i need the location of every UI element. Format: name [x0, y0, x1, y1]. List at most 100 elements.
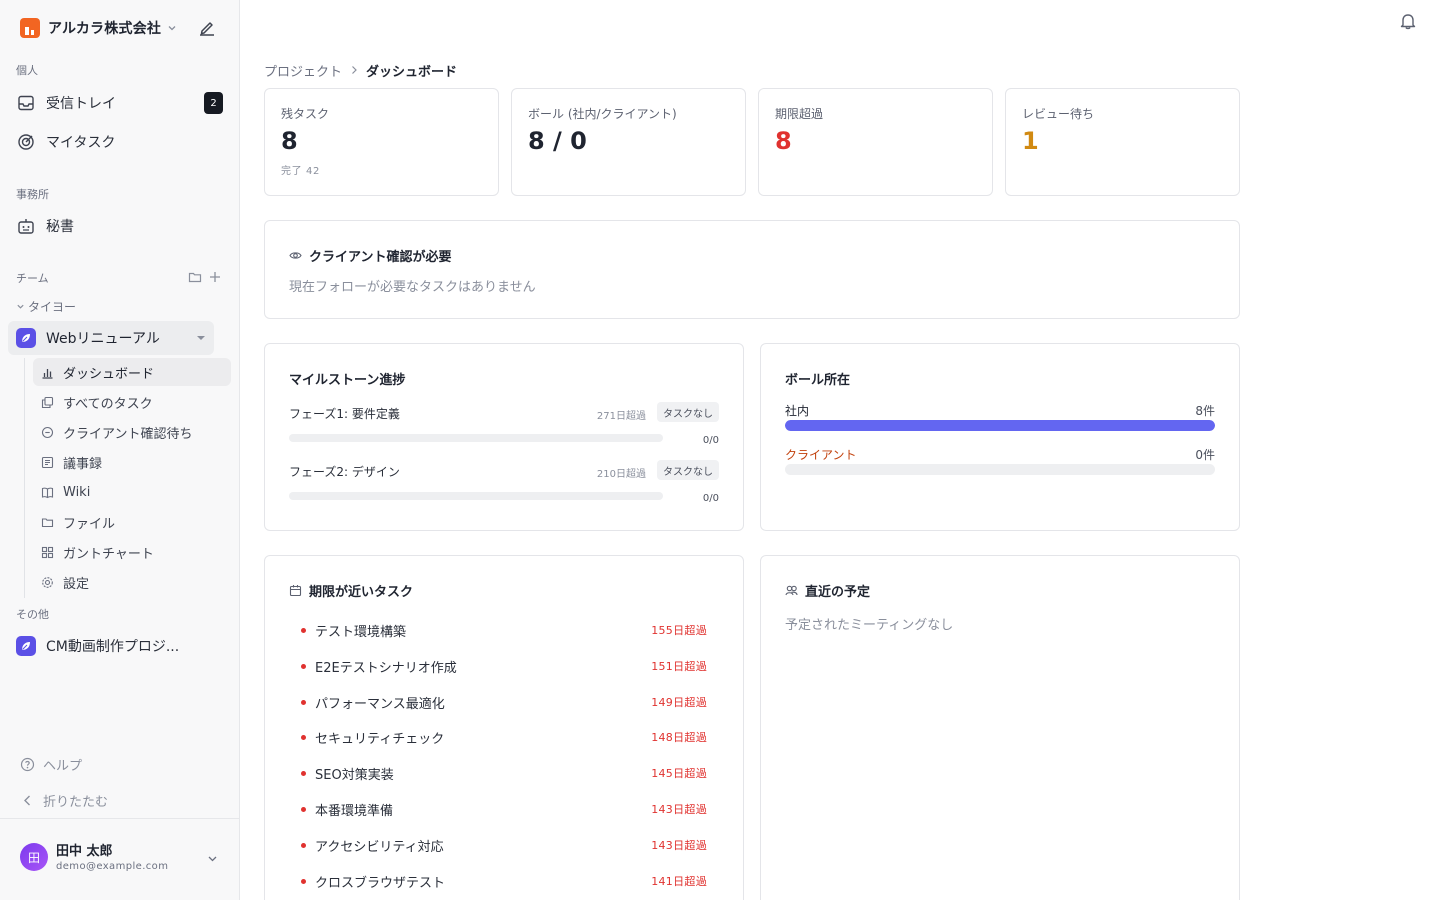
- task-row[interactable]: E2Eテストシナリオ作成 151日超過: [301, 656, 707, 676]
- milestone-count: 0/0: [702, 493, 719, 504]
- sidebar-item-label: 受信トレイ: [46, 96, 116, 112]
- leaf-icon: [22, 334, 30, 342]
- stat-value: 1: [1022, 127, 1039, 155]
- task-row[interactable]: セキュリティチェック 148日超過: [301, 727, 707, 747]
- milestone-name: フェーズ2: デザイン: [289, 465, 400, 479]
- task-overdue: 143日超過: [651, 803, 707, 816]
- task-row[interactable]: SEO対策実装 145日超過: [301, 763, 707, 783]
- subnav-label: クライアント確認待ち: [63, 426, 193, 442]
- section-label-office: 事務所: [16, 188, 49, 201]
- task-overdue: 151日超過: [651, 660, 707, 673]
- subnav-settings[interactable]: 設定: [33, 568, 231, 596]
- chevron-left-icon: [24, 795, 30, 806]
- task-title: アクセシビリティ対応: [315, 839, 444, 855]
- subnav-minutes[interactable]: 議事録: [33, 448, 231, 476]
- gear-icon: [42, 576, 53, 588]
- help-circle-icon: [20, 757, 35, 772]
- task-title: SEO対策実装: [315, 767, 394, 783]
- stat-card-review: レビュー待ち 1: [1005, 88, 1240, 196]
- empty-message: 現在フォローが必要なタスクはありません: [289, 280, 536, 295]
- sidebar-item-inbox[interactable]: 受信トレイ: [16, 91, 116, 115]
- overdue-dot-icon: [301, 663, 306, 669]
- org-switcher[interactable]: アルカラ株式会社: [20, 17, 220, 39]
- project-selector[interactable]: Webリニューアル: [8, 321, 214, 355]
- sidebar-item-my-tasks[interactable]: マイタスク: [16, 130, 115, 154]
- schedule-card: 直近の予定 予定されたミーティングなし: [760, 555, 1240, 900]
- subnav-files[interactable]: ファイル: [33, 508, 231, 536]
- task-row[interactable]: 本番環境準備 143日超過: [301, 799, 707, 819]
- ball-progress-track: [785, 464, 1215, 475]
- chevron-down-icon[interactable]: [207, 853, 218, 864]
- subnav-label: 設定: [63, 576, 90, 592]
- milestone-overdue: 210日超過: [596, 469, 646, 480]
- breadcrumb: プロジェクト ダッシュボード: [264, 60, 457, 80]
- card-title: クライアント確認が必要: [289, 246, 451, 265]
- bot-icon: [18, 219, 34, 234]
- team-group-taiyo[interactable]: タイヨー: [16, 298, 76, 315]
- sidebar-item-label: 秘書: [46, 219, 74, 235]
- task-row[interactable]: アクセシビリティ対応 143日超過: [301, 835, 707, 855]
- overdue-dot-icon: [301, 627, 306, 633]
- overdue-dot-icon: [301, 806, 306, 812]
- subnav-guide-line: [24, 358, 25, 598]
- milestone-card: マイルストーン進捗 フェーズ1: 要件定義 271日超過 タスクなし 0/0 フ…: [264, 343, 744, 531]
- stat-value: 8: [775, 127, 792, 155]
- task-overdue: 145日超過: [651, 767, 707, 780]
- chevron-down-icon: [168, 26, 176, 31]
- project-icon: [16, 328, 36, 348]
- folder-icon[interactable]: [188, 270, 202, 284]
- stat-label: 残タスク: [281, 107, 330, 121]
- document-icon: [41, 456, 54, 468]
- breadcrumb-parent[interactable]: プロジェクト: [264, 61, 342, 80]
- subnav-label: すべてのタスク: [63, 396, 153, 412]
- user-name: 田中 太郎: [56, 844, 113, 859]
- subnav-label: ダッシュボード: [63, 366, 155, 382]
- subnav-dashboard[interactable]: ダッシュボード: [33, 358, 231, 386]
- bell-icon[interactable]: [1398, 11, 1418, 31]
- task-overdue: 148日超過: [651, 731, 707, 744]
- copy-icon: [41, 396, 54, 408]
- section-label-other: その他: [16, 608, 49, 621]
- collapse-button[interactable]: 折りたたむ: [20, 791, 108, 810]
- stat-label: ボール (社内/クライアント): [528, 107, 677, 121]
- leaf-icon: [22, 642, 30, 650]
- milestone-name: フェーズ1: 要件定義: [289, 407, 400, 421]
- subnav-gantt[interactable]: ガントチャート: [33, 538, 231, 566]
- overdue-dot-icon: [301, 734, 306, 740]
- ball-count: 8件: [1195, 404, 1215, 418]
- task-row[interactable]: テスト環境構築 155日超過: [301, 620, 707, 640]
- task-overdue: 141日超過: [651, 875, 707, 888]
- task-title: テスト環境構築: [315, 624, 407, 640]
- subnav-client-review[interactable]: クライアント確認待ち: [33, 418, 231, 446]
- org-logo-icon: [20, 18, 40, 38]
- sidebar-item-other-project[interactable]: CM動画制作プロジ...: [16, 634, 179, 658]
- org-name: アルカラ株式会社: [48, 21, 162, 37]
- subnav-label: Wiki: [63, 484, 91, 500]
- user-email: demo@example.com: [56, 861, 169, 872]
- task-row[interactable]: パフォーマンス最適化 149日超過: [301, 692, 707, 712]
- subnav-wiki[interactable]: Wiki: [33, 478, 231, 506]
- caret-down-icon: [197, 336, 205, 340]
- ball-label: 社内: [785, 404, 810, 418]
- subnav-label: ガントチャート: [63, 546, 154, 562]
- task-title: 本番環境準備: [315, 803, 394, 819]
- task-title: E2Eテストシナリオ作成: [315, 660, 457, 676]
- chevron-down-icon: [17, 304, 24, 309]
- stat-sub: 完了 42: [281, 166, 320, 177]
- plus-icon[interactable]: [208, 270, 222, 284]
- card-title-text: マイルストーン進捗: [289, 373, 406, 388]
- stat-value: 8 / 0: [528, 127, 587, 155]
- overdue-dot-icon: [301, 770, 306, 776]
- subnav-all-tasks[interactable]: すべてのタスク: [33, 388, 231, 416]
- sidebar-item-secretary[interactable]: 秘書: [16, 214, 74, 238]
- overdue-dot-icon: [301, 699, 306, 705]
- compose-icon[interactable]: [197, 18, 217, 38]
- avatar[interactable]: 田: [20, 843, 48, 871]
- folder-icon: [41, 517, 54, 527]
- sidebar: アルカラ株式会社 個人 受信トレイ 2 マイタスク 事務所 秘書 チーム タイヨ…: [0, 0, 240, 900]
- help-link[interactable]: ヘルプ: [20, 755, 82, 774]
- section-label-team: チーム: [16, 272, 49, 285]
- upcoming-tasks-card: 期限が近いタスク テスト環境構築 155日超過 E2Eテストシナリオ作成 151日超…: [264, 555, 744, 900]
- milestone-tag: タスクなし: [657, 402, 719, 422]
- task-row[interactable]: クロスブラウザテスト 141日超過: [301, 871, 707, 891]
